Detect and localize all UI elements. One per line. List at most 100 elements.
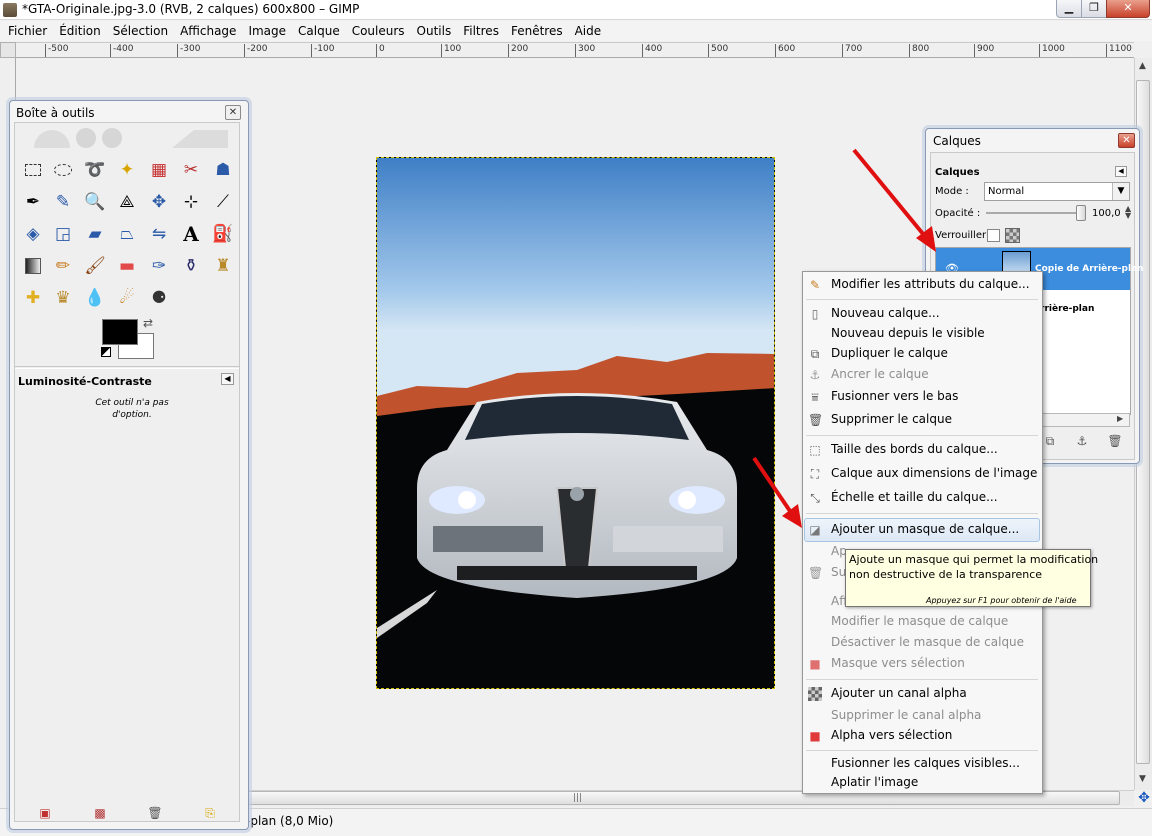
text-icon[interactable]: A — [178, 221, 204, 247]
menu-item-new-layer[interactable]: Nouveau calque... — [831, 306, 940, 320]
minimize-button[interactable]: ▁ — [1056, 0, 1082, 18]
toolbox-close-button[interactable]: ✕ — [225, 105, 241, 120]
color-picker-icon[interactable]: ✎ — [50, 189, 76, 215]
mode-select[interactable]: Normal — [984, 182, 1130, 201]
menu-item-anchor-layer[interactable]: Ancrer le calque — [831, 367, 929, 381]
lock-alpha-icon[interactable] — [1005, 228, 1020, 243]
scale-icon[interactable]: ◲ — [50, 221, 76, 247]
menu-fenetres[interactable]: Fenêtres — [505, 22, 569, 40]
menu-item-delete-layer-mask[interactable]: Su — [831, 565, 846, 579]
delete-layer-icon[interactable]: 🗑 — [1106, 433, 1124, 449]
scroll-down-icon[interactable]: ▼ — [1139, 774, 1146, 784]
menu-item-duplicate-layer[interactable]: Dupliquer le calque — [831, 346, 948, 360]
delete-options-icon[interactable]: 🗑 — [147, 806, 163, 820]
paintbrush-icon[interactable]: 🖌 — [82, 253, 108, 279]
anchor-layer-icon[interactable]: ⚓ — [1073, 433, 1091, 449]
duplicate-layer-icon[interactable]: ⧉ — [1041, 433, 1059, 449]
scroll-right-icon[interactable]: ▶ — [1117, 414, 1123, 423]
menu-item-remove-alpha-channel[interactable]: Supprimer le canal alpha — [831, 708, 981, 722]
rotate-icon[interactable]: ◈ — [20, 221, 46, 247]
layers-menu-button[interactable]: ◀ — [1115, 166, 1127, 177]
zoom-icon[interactable]: 🔍 — [82, 189, 108, 215]
menu-affichage[interactable]: Affichage — [174, 22, 242, 40]
menu-item-layer-to-image-size[interactable]: Calque aux dimensions de l'image — [831, 466, 1037, 480]
menu-item-merge-visible-layers[interactable]: Fusionner les calques visibles... — [831, 756, 1020, 770]
ruler-corner[interactable] — [0, 42, 16, 58]
flip-icon[interactable]: ⇋ — [146, 221, 172, 247]
opacity-value[interactable]: 100,0 — [1092, 208, 1121, 219]
close-window-button[interactable]: ✕ — [1106, 0, 1150, 18]
pencil-icon[interactable]: ✏ — [50, 253, 76, 279]
menu-item-add-alpha-channel[interactable]: Ajouter un canal alpha — [831, 686, 967, 700]
menu-item-delete-layer[interactable]: Supprimer le calque — [831, 412, 952, 426]
layer-name[interactable]: Copie de Arrière-plan — [1035, 264, 1144, 274]
image-canvas[interactable] — [376, 157, 775, 689]
annotation-arrow-icon — [852, 148, 936, 252]
opacity-slider-thumb[interactable] — [1076, 205, 1086, 221]
paths-icon[interactable]: ✒ — [20, 189, 46, 215]
opacity-slider-track[interactable] — [986, 212, 1086, 214]
perspective-icon[interactable]: ⏢ — [114, 221, 140, 247]
menu-fichier[interactable]: Fichier — [2, 22, 53, 40]
bucket-fill-icon[interactable]: ⛽ — [210, 221, 236, 247]
blur-icon[interactable]: 💧 — [82, 285, 108, 311]
color-select-icon[interactable]: ▦ — [146, 157, 172, 183]
maximize-button[interactable]: ❐ — [1081, 0, 1107, 18]
default-colors-icon[interactable] — [101, 347, 111, 357]
menu-aide[interactable]: Aide — [569, 22, 608, 40]
restore-options-icon[interactable]: ▩ — [92, 806, 108, 820]
align-icon[interactable]: ⊹ — [178, 189, 204, 215]
menu-item-mask-to-selection[interactable]: Masque vers sélection — [831, 656, 965, 670]
menu-item-merge-down[interactable]: Fusionner vers le bas — [831, 389, 958, 403]
scroll-up-icon[interactable]: ▲ — [1139, 61, 1146, 71]
foreground-color-swatch[interactable] — [102, 319, 138, 345]
ellipse-select-icon[interactable] — [50, 157, 76, 183]
menu-outils[interactable]: Outils — [411, 22, 458, 40]
scissors-icon[interactable]: ✂ — [178, 157, 204, 183]
menu-filtres[interactable]: Filtres — [457, 22, 505, 40]
ink-icon[interactable]: ⚱ — [178, 253, 204, 279]
menu-item-edit-attributes[interactable]: Modifier les attributs du calque... — [831, 277, 1030, 291]
menu-item-alpha-to-selection[interactable]: Alpha vers sélection — [831, 728, 952, 742]
menu-item-layer-boundary-size[interactable]: Taille des bords du calque... — [831, 442, 998, 456]
eraser-icon[interactable]: ▬ — [114, 253, 140, 279]
save-options-icon[interactable]: ▣ — [37, 806, 53, 820]
perspective-clone-icon[interactable]: ♛ — [50, 285, 76, 311]
opacity-spin-icon[interactable]: ▲ ▼ — [1125, 205, 1131, 220]
menu-item-flatten-image[interactable]: Aplatir l'image — [831, 775, 918, 789]
menu-item-edit-layer-mask[interactable]: Modifier le masque de calque — [831, 614, 1008, 628]
menu-image[interactable]: Image — [242, 22, 292, 40]
menu-item-disable-layer-mask[interactable]: Désactiver le masque de calque — [831, 635, 1024, 649]
chevron-down-icon[interactable]: ▼ — [1112, 183, 1129, 200]
menu-item-scale-layer[interactable]: Échelle et taille du calque... — [831, 490, 998, 504]
move-icon[interactable]: ✥ — [146, 189, 172, 215]
layers-close-button[interactable]: ✕ — [1118, 133, 1135, 148]
airbrush-icon[interactable]: ✑ — [146, 253, 172, 279]
dodge-burn-icon[interactable]: ⚈ — [146, 285, 172, 311]
fuzzy-select-icon[interactable]: ✦ — [114, 157, 140, 183]
layer-boundary-icon: ⬚ — [809, 443, 821, 457]
menu-calque[interactable]: Calque — [292, 22, 346, 40]
crop-icon[interactable]: ⟋ — [210, 189, 236, 215]
rect-select-icon[interactable] — [20, 157, 46, 183]
foreground-select-icon[interactable]: ☗ — [210, 157, 236, 183]
measure-icon[interactable]: ⟁ — [114, 189, 140, 215]
lock-pixels-checkbox[interactable] — [987, 229, 1000, 242]
layer-name[interactable]: rrière-plan — [1040, 304, 1094, 314]
free-select-icon[interactable]: ➰ — [82, 157, 108, 183]
reset-options-icon[interactable]: ⎘ — [202, 806, 218, 820]
navigate-icon[interactable]: ✥ — [1136, 791, 1152, 807]
swap-colors-icon[interactable]: ⇄ — [143, 316, 153, 330]
horizontal-ruler[interactable]: -500 -400 -300 -200 -100 0 100 200 300 4… — [16, 42, 1134, 58]
tool-options-menu-button[interactable]: ◀ — [221, 373, 234, 385]
blend-icon[interactable] — [20, 253, 46, 279]
shear-icon[interactable]: ▰ — [82, 221, 108, 247]
smudge-icon[interactable]: ☄ — [114, 285, 140, 311]
menu-item-add-layer-mask[interactable]: Ajouter un masque de calque... — [831, 522, 1019, 536]
menu-selection[interactable]: Sélection — [107, 22, 174, 40]
clone-icon[interactable]: ♜ — [210, 253, 236, 279]
menu-edition[interactable]: Édition — [53, 22, 107, 40]
heal-icon[interactable]: ✚ — [20, 285, 46, 311]
menu-item-new-from-visible[interactable]: Nouveau depuis le visible — [831, 326, 985, 340]
menu-couleurs[interactable]: Couleurs — [346, 22, 411, 40]
